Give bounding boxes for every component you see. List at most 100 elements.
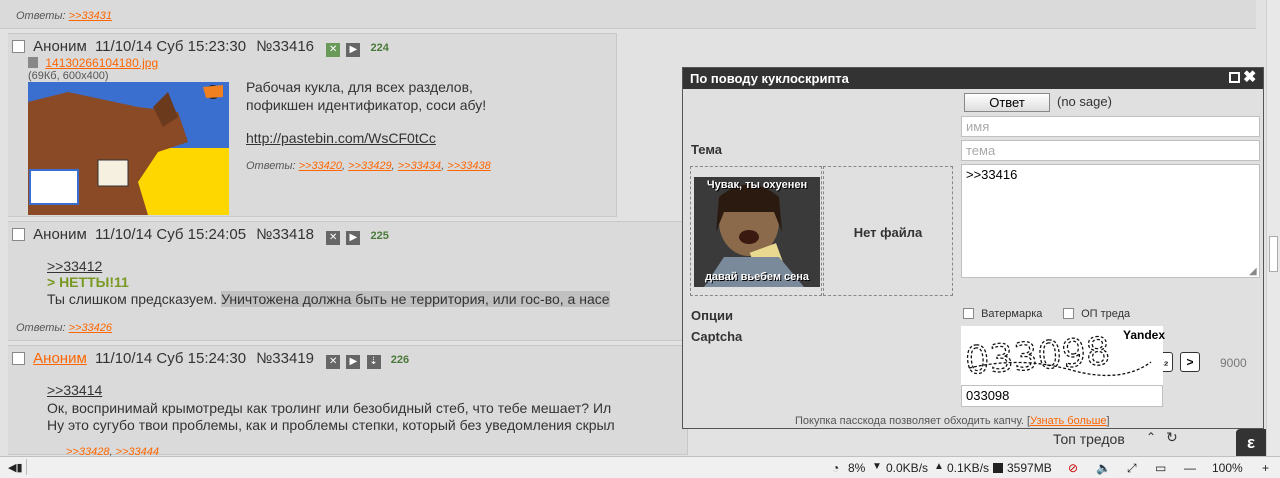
post-text-line1: Ок, воспринимай крымотреды как тролинг и… xyxy=(47,400,612,416)
post-33419: Аноним 11/10/14 Суб 15:24:30 №33419 ✕ ▶ … xyxy=(8,345,688,458)
svg-text:033098: 033098 xyxy=(964,329,1112,383)
cpu-usage: 8% xyxy=(848,461,866,475)
status-left-icon[interactable]: ◀▮ xyxy=(8,461,23,474)
form-title-text: По поводу куклоскрипта xyxy=(690,71,849,86)
submit-button[interactable]: Ответ xyxy=(964,93,1050,112)
op-thread-label: ОП треда xyxy=(1081,308,1131,320)
captcha-input-value: 033098 xyxy=(966,388,1010,403)
refresh-icon[interactable]: ↻ xyxy=(1166,429,1178,446)
post-text-line2: пофикшен идентификатор, соси абу! xyxy=(246,97,487,113)
zoom-level[interactable]: 100% xyxy=(1212,461,1243,475)
file-link[interactable]: 14130266104180.jpg xyxy=(45,56,158,70)
expand-icon[interactable]: ▶ xyxy=(346,43,361,57)
file-meta: (69Кб, 600x400) xyxy=(28,70,109,82)
quote-link[interactable]: >>33414 xyxy=(47,382,102,398)
watermark-checkbox[interactable] xyxy=(963,308,974,319)
replies-label: Ответы: xyxy=(16,10,66,22)
post-checkbox[interactable] xyxy=(12,228,25,241)
scrollbar[interactable] xyxy=(1266,0,1280,456)
subject-placeholder: тема xyxy=(966,143,996,158)
top-threads-panel[interactable]: Топ тредов ⌃ ↻ xyxy=(1048,429,1184,450)
post-date: 11/10/14 Суб 15:24:05 xyxy=(94,226,247,243)
no-file-label: Нет файла xyxy=(853,225,923,240)
expand-icon[interactable]: ▶ xyxy=(346,355,361,369)
window-icon[interactable]: ▭ xyxy=(1155,461,1166,475)
captcha-input[interactable]: 033098 xyxy=(961,385,1163,407)
hide-icon[interactable]: ✕ xyxy=(326,355,341,369)
message-textarea[interactable]: >>33416 xyxy=(961,164,1260,278)
maximize-icon[interactable] xyxy=(1229,72,1240,83)
passcode-note: Покупка пасскода позволяет обходить капч… xyxy=(795,415,1110,427)
options-label: Опции xyxy=(691,308,733,323)
zoom-out-icon[interactable]: — xyxy=(1184,461,1196,475)
quote-button[interactable]: > xyxy=(1180,352,1200,372)
hide-icon[interactable]: ✕ xyxy=(326,43,341,57)
post-author[interactable]: Аноним xyxy=(33,350,87,367)
resize-handle[interactable]: ◢ xyxy=(1249,266,1257,277)
quote-link[interactable]: >>33412 xyxy=(47,258,102,274)
reply-form: По поводу куклоскрипта ✖ Ответ (no sage)… xyxy=(682,67,1264,429)
cpu-gauge-icon: ◔ xyxy=(832,461,840,475)
browser-status-bar: ◀▮ ◔ 8% ▼ 0.0KB/s ▲ 0.1KB/s 3597MB ⊘ 🔈 ⤢… xyxy=(0,456,1280,478)
post-text-line1: Рабочая кукла, для всех разделов, xyxy=(246,79,473,95)
file-slot-1[interactable]: Чувак, ты охуенен давай вьебем сена xyxy=(690,166,822,296)
captcha-brand: Yandex xyxy=(1123,328,1166,342)
subject-field[interactable]: тема xyxy=(961,140,1260,161)
memory-usage: 3597MB xyxy=(1007,461,1052,475)
post-text-plain: Ты слишком предсказуем. xyxy=(47,291,218,307)
file-icon xyxy=(28,57,38,68)
learn-more-link[interactable]: Узнать больше xyxy=(1030,415,1106,427)
collapse-icon[interactable]: ⌃ xyxy=(1146,430,1156,444)
fullscreen-icon[interactable]: ⤢ xyxy=(1127,461,1137,476)
close-icon[interactable]: ✖ xyxy=(1243,68,1256,88)
post-checkbox[interactable] xyxy=(12,40,25,53)
upload-arrow-icon: ▲ xyxy=(934,461,944,472)
op-thread-option[interactable]: ОП треда xyxy=(1063,308,1130,320)
reply-link[interactable]: >>33431 xyxy=(69,10,112,22)
reply-link[interactable]: >>33429 xyxy=(348,160,391,172)
post-text: Ты слишком предсказуем. Уничтожена должн… xyxy=(47,291,687,307)
post-header: Аноним 11/10/14 Суб 15:23:30 №33416 ✕ ▶ … xyxy=(12,38,389,57)
expand-icon[interactable]: ▶ xyxy=(346,231,361,245)
post-id[interactable]: №33416 xyxy=(256,38,314,55)
watermark-label: Ватермарка xyxy=(981,308,1043,320)
post-thumbnail[interactable] xyxy=(28,82,229,215)
top-threads-label: Топ тредов xyxy=(1053,431,1125,447)
reply-link[interactable]: >>33434 xyxy=(398,160,441,172)
name-field[interactable]: имя xyxy=(961,116,1260,137)
replies-label: Ответы: xyxy=(16,322,66,334)
subject-label: Тема xyxy=(691,142,723,157)
image-caption-bottom: давай вьебем сена xyxy=(704,271,810,283)
post-replies: Ответы: >>33426 xyxy=(16,322,112,334)
post-replies: Ответы: >>33420, >>33429, >>33434, >>334… xyxy=(246,160,491,172)
divider xyxy=(26,459,27,475)
pastebin-link[interactable]: http://pastebin.com/WsCF0tCc xyxy=(246,130,436,146)
post-id[interactable]: №33418 xyxy=(256,226,314,243)
reply-link[interactable]: >>33438 xyxy=(447,160,490,172)
captcha-image[interactable]: 033098 Yandex xyxy=(961,326,1166,388)
upload-speed: 0.1KB/s xyxy=(947,461,990,475)
post-date: 11/10/14 Суб 15:24:30 xyxy=(94,350,247,367)
reply-link[interactable]: >>33420 xyxy=(299,160,342,172)
post-text-line2: Ну это сугубо твои проблемы, как и пробл… xyxy=(47,417,615,433)
sound-icon[interactable]: 🔈 xyxy=(1096,461,1111,475)
site-logo-icon[interactable]: ε xyxy=(1236,429,1266,456)
post-id[interactable]: №33419 xyxy=(256,350,314,367)
watermark-option[interactable]: Ватермарка xyxy=(963,308,1042,320)
post-33418: Аноним 11/10/14 Суб 15:24:05 №33418 ✕ ▶ … xyxy=(8,221,688,341)
post-count: 225 xyxy=(370,230,389,242)
replies-label: Ответы: xyxy=(246,160,296,172)
zoom-in-icon[interactable]: + xyxy=(1262,461,1269,475)
scrollbar-thumb[interactable] xyxy=(1269,236,1278,272)
form-title[interactable]: По поводу куклоскрипта xyxy=(683,68,1263,89)
op-thread-checkbox[interactable] xyxy=(1063,308,1074,319)
reply-link[interactable]: >>33426 xyxy=(69,322,112,334)
thumbnail-image xyxy=(28,82,229,215)
hide-icon[interactable]: ✕ xyxy=(326,231,341,245)
download-icon[interactable]: ⇣ xyxy=(366,355,381,369)
blocked-icon[interactable]: ⊘ xyxy=(1068,461,1078,475)
file-slot-2[interactable]: Нет файла xyxy=(823,166,953,296)
post-checkbox[interactable] xyxy=(12,352,25,365)
passcode-text: Покупка пасскода позволяет обходить капч… xyxy=(795,415,1024,427)
top-replies: Ответы: >>33431 xyxy=(16,10,112,22)
